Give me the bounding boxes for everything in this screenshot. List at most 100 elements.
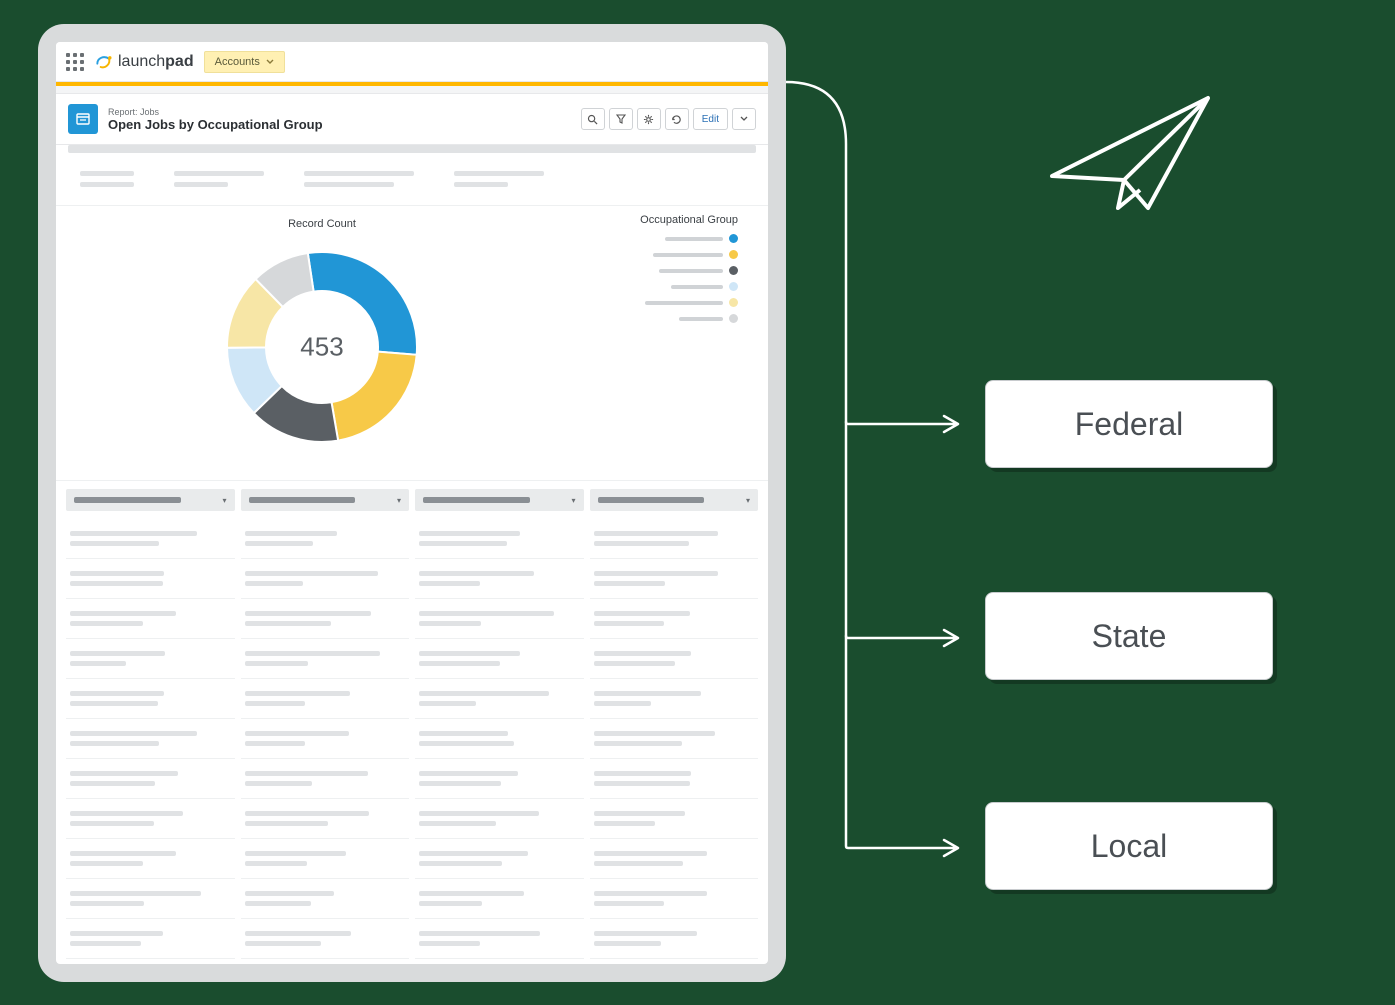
chart-panel: Record Count 453 Occupational Group bbox=[56, 205, 768, 481]
filter-1 bbox=[80, 171, 134, 187]
table-cell bbox=[590, 799, 759, 839]
table-cell bbox=[241, 799, 410, 839]
column-header[interactable]: ▾ bbox=[415, 489, 584, 511]
more-actions-button[interactable] bbox=[732, 108, 756, 130]
accounts-dropdown[interactable]: Accounts bbox=[204, 51, 285, 73]
table-cell bbox=[66, 559, 235, 599]
table-cell bbox=[590, 759, 759, 799]
gear-icon bbox=[643, 114, 654, 125]
search-icon bbox=[587, 114, 598, 125]
search-button[interactable] bbox=[581, 108, 605, 130]
filter-icon bbox=[616, 114, 626, 124]
app-screen: launchpad Accounts Report: Jobs Open Job… bbox=[56, 42, 768, 964]
brand-text-light: launch bbox=[118, 53, 165, 70]
tablet-frame: launchpad Accounts Report: Jobs Open Job… bbox=[38, 24, 786, 982]
accounts-label: Accounts bbox=[215, 56, 260, 68]
table-cell bbox=[241, 679, 410, 719]
legend-item[interactable] bbox=[558, 314, 738, 323]
table-cell bbox=[66, 879, 235, 919]
subheader-strip bbox=[68, 145, 756, 153]
edit-button[interactable]: Edit bbox=[693, 108, 728, 130]
table-cell bbox=[241, 519, 410, 559]
level-local: Local bbox=[985, 802, 1273, 890]
sort-caret-icon: ▾ bbox=[571, 496, 575, 505]
legend-item[interactable] bbox=[558, 298, 738, 307]
chart-legend: Occupational Group bbox=[558, 214, 738, 452]
level-federal: Federal bbox=[985, 380, 1273, 468]
settings-button[interactable] bbox=[637, 108, 661, 130]
table-cell bbox=[241, 759, 410, 799]
report-toolbar: Edit bbox=[581, 108, 756, 130]
report-title: Open Jobs by Occupational Group bbox=[108, 117, 571, 132]
sort-caret-icon: ▾ bbox=[222, 496, 226, 505]
level-state: State bbox=[985, 592, 1273, 680]
legend-item[interactable] bbox=[558, 234, 738, 243]
paper-plane-icon bbox=[1040, 80, 1220, 220]
table-cell bbox=[590, 679, 759, 719]
filter-2 bbox=[174, 171, 264, 187]
brand-logo: launchpad bbox=[94, 52, 194, 72]
table-cell bbox=[66, 639, 235, 679]
table-cell bbox=[66, 679, 235, 719]
filter-button[interactable] bbox=[609, 108, 633, 130]
table-cell bbox=[415, 679, 584, 719]
legend-title: Occupational Group bbox=[558, 214, 738, 226]
table-cell bbox=[415, 599, 584, 639]
table-cell bbox=[241, 839, 410, 879]
refresh-icon bbox=[671, 114, 682, 125]
filter-4 bbox=[454, 171, 544, 187]
donut-slice[interactable] bbox=[332, 352, 417, 441]
table-cell bbox=[66, 839, 235, 879]
filter-3 bbox=[304, 171, 414, 187]
table-cell bbox=[590, 719, 759, 759]
column-header[interactable]: ▾ bbox=[66, 489, 235, 511]
brand-swirl-icon bbox=[94, 52, 114, 72]
refresh-button[interactable] bbox=[665, 108, 689, 130]
legend-item[interactable] bbox=[558, 282, 738, 291]
table-cell bbox=[66, 759, 235, 799]
topbar: launchpad Accounts bbox=[56, 42, 768, 82]
chart-title: Record Count bbox=[288, 218, 356, 230]
table-cell bbox=[66, 919, 235, 959]
sort-caret-icon: ▾ bbox=[746, 496, 750, 505]
legend-item[interactable] bbox=[558, 266, 738, 275]
table-cell bbox=[415, 879, 584, 919]
table-cell bbox=[415, 519, 584, 559]
table-cell bbox=[590, 639, 759, 679]
table-cell bbox=[415, 719, 584, 759]
report-type-icon bbox=[68, 104, 98, 134]
legend-item[interactable] bbox=[558, 250, 738, 259]
summary-filters bbox=[56, 153, 768, 205]
sort-caret-icon: ▾ bbox=[397, 496, 401, 505]
column-header[interactable]: ▾ bbox=[590, 489, 759, 511]
report-eyebrow: Report: Jobs bbox=[108, 107, 571, 117]
table-cell bbox=[241, 639, 410, 679]
table-cell bbox=[241, 719, 410, 759]
table-cell bbox=[590, 599, 759, 639]
table-cell bbox=[66, 519, 235, 559]
brand-text-bold: pad bbox=[165, 53, 193, 70]
table-cell bbox=[590, 879, 759, 919]
table-cell bbox=[590, 559, 759, 599]
table-cell bbox=[415, 919, 584, 959]
table-cell bbox=[241, 919, 410, 959]
table-cell bbox=[66, 719, 235, 759]
connector-lines bbox=[786, 24, 976, 982]
table-cell bbox=[241, 559, 410, 599]
app-launcher-icon[interactable] bbox=[66, 53, 84, 71]
table-cell bbox=[66, 799, 235, 839]
table-cell bbox=[415, 639, 584, 679]
table-cell bbox=[590, 919, 759, 959]
table-cell bbox=[66, 599, 235, 639]
donut-center-value: 453 bbox=[300, 332, 343, 363]
report-header: Report: Jobs Open Jobs by Occupational G… bbox=[56, 94, 768, 145]
donut-chart: 453 bbox=[217, 242, 427, 452]
chevron-down-icon bbox=[266, 59, 274, 65]
secondary-bar bbox=[56, 86, 768, 94]
table-cell bbox=[241, 879, 410, 919]
table-cell bbox=[415, 799, 584, 839]
table-cell bbox=[590, 839, 759, 879]
table-cell bbox=[241, 599, 410, 639]
column-header[interactable]: ▾ bbox=[241, 489, 410, 511]
data-table: ▾ ▾ ▾ ▾ bbox=[56, 481, 768, 964]
